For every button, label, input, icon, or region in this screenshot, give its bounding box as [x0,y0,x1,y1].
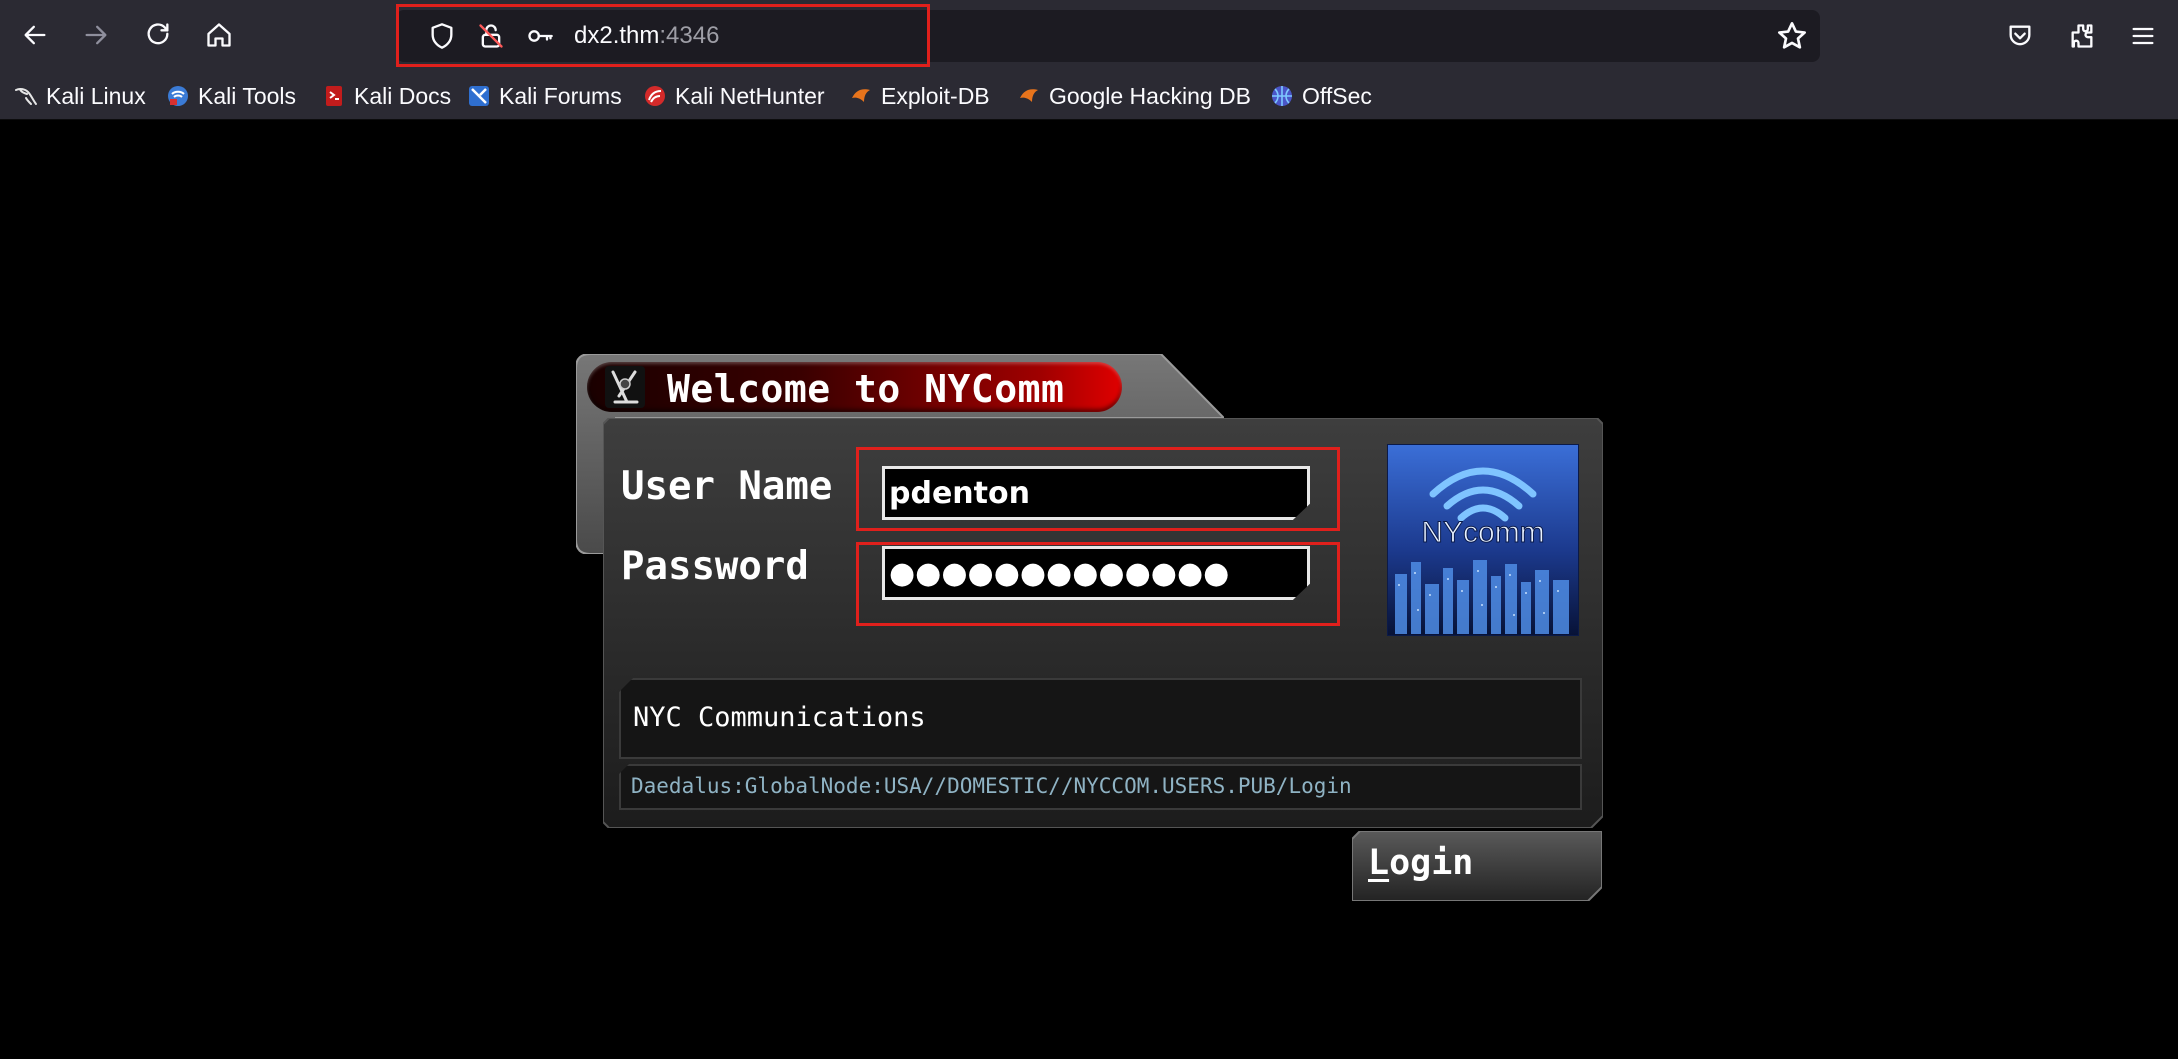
title-bar: Welcome to NYComm [587,362,1122,412]
page-title: Welcome to NYComm [667,367,1065,411]
kali-nethunter-icon [645,86,665,106]
username-label: User Name [621,464,833,509]
home-icon [207,23,231,47]
kali-docs-icon [326,86,342,106]
login-accesskey-letter: L [1368,843,1390,883]
bookmark-kali-docs[interactable]: Kali Docs [322,80,451,112]
info-box: NYC Communications [619,678,1582,759]
bookmark-label: Kali Docs [354,82,452,109]
login-label-rest: ogin [1389,843,1474,883]
pocket-icon[interactable] [2000,16,2040,56]
kali-tools-icon [168,86,188,106]
exploit-db-icon [852,89,870,102]
node-path-box: Daedalus:GlobalNode:USA//DOMESTIC//NYCCO… [619,764,1582,810]
reload-icon [147,23,169,45]
back-button[interactable] [12,12,58,58]
username-input[interactable] [889,471,1289,515]
username-field[interactable] [882,466,1310,520]
login-window: Welcome to NYComm User Name Password [576,354,1606,904]
menu-icon[interactable] [2123,16,2163,56]
bookmark-exploit-db[interactable]: Exploit-DB [849,80,990,112]
url-highlight-box [396,4,930,67]
password-input[interactable] [889,551,1289,595]
offsec-icon [1272,86,1292,106]
login-button-label: Login [1368,843,1473,883]
bookmark-kali-linux[interactable]: Kali Linux [14,80,146,112]
bookmark-star-icon[interactable] [1776,20,1808,52]
node-path-text: Daedalus:GlobalNode:USA//DOMESTIC//NYCCO… [631,774,1352,798]
bookmark-offsec[interactable]: OffSec [1270,80,1372,112]
bookmark-label: Kali Forums [499,82,622,109]
forward-button[interactable] [73,12,119,58]
nycomm-logo: NYcomm [1387,444,1579,636]
home-button[interactable] [196,12,242,58]
bookmark-kali-tools[interactable]: Kali Tools [166,80,296,112]
bookmark-kali-nethunter[interactable]: Kali NetHunter [643,80,825,112]
bookmark-kali-forums[interactable]: Kali Forums [467,80,622,112]
bookmark-label: Kali Linux [46,82,146,109]
extensions-icon[interactable] [2062,16,2102,56]
unatco-logo-icon [605,366,645,408]
bookmark-google-hacking-db[interactable]: Google Hacking DB [1017,80,1251,112]
arrow-right-icon [85,25,107,45]
bookmark-label: Google Hacking DB [1049,82,1251,109]
nycomm-logo-text: NYcomm [1421,516,1544,549]
bookmark-label: Kali Tools [198,82,297,109]
password-label: Password [621,544,809,589]
ghdb-icon [1020,89,1038,102]
kali-dragon-icon [15,87,37,105]
reload-button[interactable] [135,12,181,58]
bookmark-label: OffSec [1302,82,1372,109]
arrow-left-icon [24,25,46,45]
password-field[interactable] [882,546,1310,600]
login-button[interactable]: Login [1352,831,1602,901]
bookmarks-bar: Kali Linux Kali Tools Kali Docs Kali For… [0,72,2178,120]
bookmark-label: Exploit-DB [881,82,990,109]
bookmark-label: Kali NetHunter [675,82,825,109]
browser-toolbar: dx2.thm:4346 [0,0,2178,72]
kali-forums-icon [469,86,489,106]
info-text: NYC Communications [633,702,926,733]
